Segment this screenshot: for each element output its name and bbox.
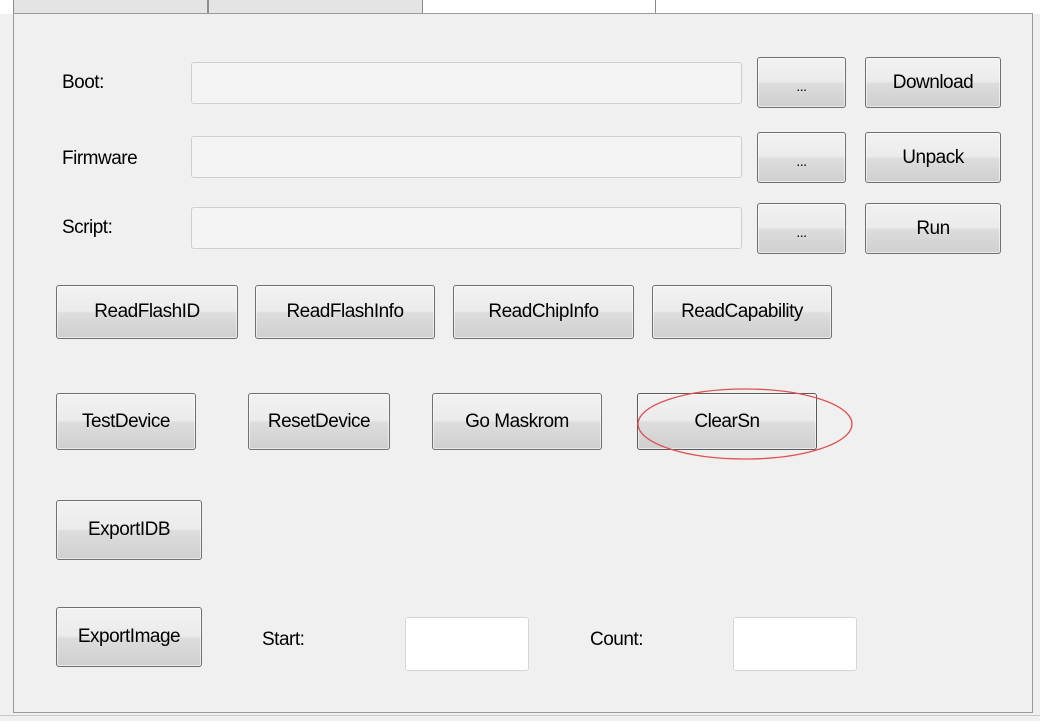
read-flash-info-button[interactable]: ReadFlashInfo [255,285,435,339]
tab-hidden-1[interactable] [13,0,208,14]
read-chip-info-button[interactable]: ReadChipInfo [453,285,634,339]
export-image-button[interactable]: ExportImage [56,607,202,667]
test-device-button[interactable]: TestDevice [56,393,196,450]
go-maskrom-button[interactable]: Go Maskrom [432,393,602,450]
count-input[interactable] [733,617,857,671]
read-capability-button[interactable]: ReadCapability [652,285,832,339]
boot-browse-button[interactable]: ... [757,57,846,108]
start-input[interactable] [405,617,529,671]
boot-label: Boot: [62,72,104,93]
count-label: Count: [590,629,643,650]
unpack-button[interactable]: Unpack [865,132,1001,183]
script-label: Script: [62,217,113,238]
script-browse-button[interactable]: ... [757,203,846,254]
download-button[interactable]: Download [865,57,1001,108]
boot-path-field[interactable] [191,62,742,104]
read-flash-id-button[interactable]: ReadFlashID [56,285,238,339]
firmware-label: Firmware [62,148,138,169]
script-path-field[interactable] [191,207,742,249]
clear-sn-button[interactable]: ClearSn [637,393,817,450]
tab-hidden-2[interactable] [208,0,423,14]
reset-device-button[interactable]: ResetDevice [248,393,390,450]
start-label: Start: [262,629,305,650]
panel-shadow-edge [0,715,1040,716]
run-button[interactable]: Run [865,203,1001,254]
firmware-path-field[interactable] [191,136,742,178]
export-idb-button[interactable]: ExportIDB [56,500,202,560]
firmware-browse-button[interactable]: ... [757,132,846,183]
